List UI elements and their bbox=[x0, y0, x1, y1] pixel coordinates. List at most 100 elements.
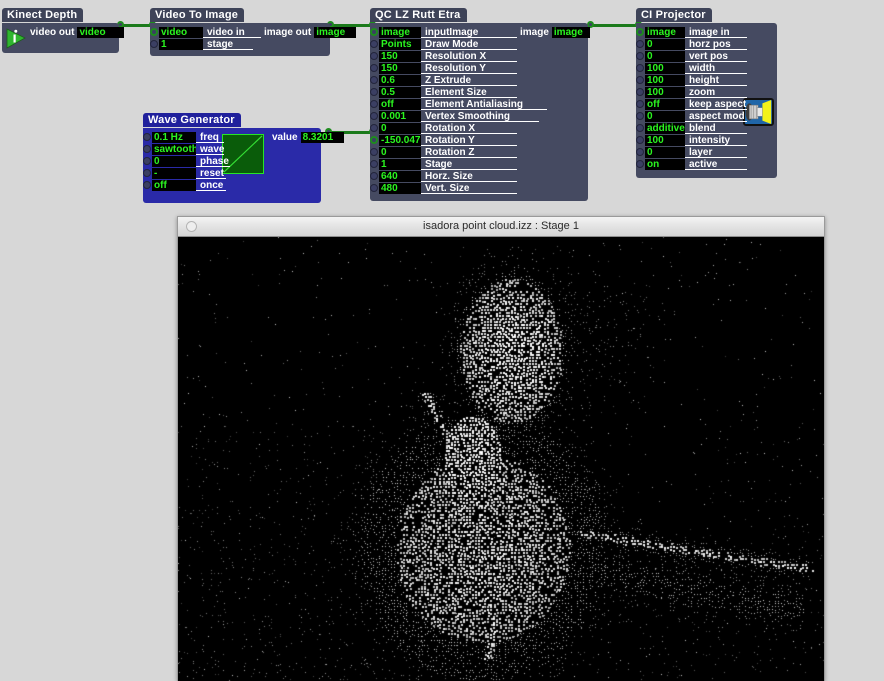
param-row-layer[interactable]: 0 layer bbox=[636, 146, 777, 158]
param-row-video-in[interactable]: video video in image out image bbox=[150, 26, 357, 38]
input-port[interactable] bbox=[143, 145, 151, 153]
param-value[interactable]: off bbox=[379, 98, 421, 110]
input-port[interactable] bbox=[370, 64, 378, 72]
input-port[interactable] bbox=[370, 172, 378, 180]
param-row-wave[interactable]: sawtooth wave bbox=[143, 143, 321, 155]
param-row-element-antialiasing[interactable]: off Element Antialiasing bbox=[370, 98, 588, 110]
param-value[interactable]: 0 bbox=[379, 122, 421, 134]
input-port[interactable] bbox=[370, 184, 378, 192]
param-value[interactable]: additive bbox=[645, 122, 685, 134]
input-port[interactable] bbox=[143, 169, 151, 177]
param-row-freq[interactable]: 0.1 Hz freq value 8.3201 bbox=[143, 131, 344, 143]
param-value[interactable]: 480 bbox=[379, 182, 421, 194]
input-port[interactable] bbox=[636, 40, 644, 48]
param-value[interactable]: 100 bbox=[645, 86, 685, 98]
output-value[interactable]: 8.3201 bbox=[300, 131, 344, 143]
input-port[interactable] bbox=[636, 28, 644, 36]
param-row-resolution-y[interactable]: 150 Resolution Y bbox=[370, 62, 588, 74]
param-row-active[interactable]: on active bbox=[636, 158, 777, 170]
param-row-rotation-x[interactable]: 0 Rotation X bbox=[370, 122, 588, 134]
param-value[interactable]: 640 bbox=[379, 170, 421, 182]
param-value[interactable]: 0 bbox=[645, 50, 685, 62]
param-value[interactable]: video bbox=[159, 26, 203, 38]
input-port[interactable] bbox=[636, 64, 644, 72]
input-port[interactable] bbox=[370, 40, 378, 48]
param-row-element-size[interactable]: 0.5 Element Size bbox=[370, 86, 588, 98]
param-value[interactable]: 150 bbox=[379, 62, 421, 74]
param-row-vert-pos[interactable]: 0 vert pos bbox=[636, 50, 777, 62]
param-row-rotation-y[interactable]: -150.047 Rotation Y bbox=[370, 134, 588, 146]
output-value[interactable]: image bbox=[314, 26, 357, 38]
input-port[interactable] bbox=[636, 112, 644, 120]
node-wave-generator[interactable]: Wave Generator 0.1 Hz freq value 8.3201 … bbox=[143, 110, 344, 203]
input-port[interactable] bbox=[370, 136, 378, 144]
input-port[interactable] bbox=[370, 76, 378, 84]
param-value[interactable]: 0 bbox=[152, 155, 196, 167]
param-row-stage[interactable]: 1 Stage bbox=[370, 158, 588, 170]
param-row-rotation-z[interactable]: 0 Rotation Z bbox=[370, 146, 588, 158]
input-port[interactable] bbox=[370, 160, 378, 168]
param-value[interactable]: image bbox=[379, 26, 421, 38]
param-value[interactable]: - bbox=[152, 167, 196, 179]
param-row-aspect-mod[interactable]: 0 aspect mod bbox=[636, 110, 777, 122]
node-qc-lz-rutt-etra[interactable]: QC LZ Rutt Etra image inputImage image i… bbox=[370, 5, 590, 201]
param-value[interactable]: 100 bbox=[645, 62, 685, 74]
input-port[interactable] bbox=[636, 76, 644, 84]
input-port[interactable] bbox=[636, 100, 644, 108]
stage-titlebar[interactable]: isadora point cloud.izz : Stage 1 bbox=[178, 217, 824, 237]
param-row-vert-size[interactable]: 480 Vert. Size bbox=[370, 182, 588, 194]
param-row-vertex-smoothing[interactable]: 0.001 Vertex Smoothing bbox=[370, 110, 588, 122]
param-value[interactable]: image bbox=[645, 26, 685, 38]
close-icon[interactable] bbox=[186, 221, 197, 232]
param-row-inputimage[interactable]: image inputImage image image bbox=[370, 26, 590, 38]
input-port[interactable] bbox=[370, 100, 378, 108]
input-port[interactable] bbox=[150, 40, 158, 48]
param-row-draw-mode[interactable]: Points Draw Mode bbox=[370, 38, 588, 50]
param-value[interactable]: on bbox=[645, 158, 685, 170]
param-row-width[interactable]: 100 width bbox=[636, 62, 777, 74]
stage-window[interactable]: isadora point cloud.izz : Stage 1 bbox=[177, 216, 825, 681]
param-value[interactable]: 1 bbox=[379, 158, 421, 170]
param-row-phase[interactable]: 0 phase bbox=[143, 155, 321, 167]
param-row-stage[interactable]: 1 stage bbox=[150, 38, 330, 50]
input-port[interactable] bbox=[143, 157, 151, 165]
param-value[interactable]: 0 bbox=[645, 146, 685, 158]
node-video-to-image[interactable]: Video To Image video video in image out … bbox=[150, 5, 357, 56]
input-port[interactable] bbox=[370, 124, 378, 132]
param-row-reset[interactable]: - reset bbox=[143, 167, 321, 179]
output-value[interactable]: video bbox=[77, 27, 125, 38]
input-port[interactable] bbox=[370, 52, 378, 60]
param-row-keep-aspect[interactable]: off keep aspect bbox=[636, 98, 777, 110]
input-port[interactable] bbox=[636, 88, 644, 96]
param-value[interactable]: off bbox=[645, 98, 685, 110]
param-value[interactable]: Points bbox=[379, 38, 421, 50]
param-value[interactable]: 0.6 bbox=[379, 74, 421, 86]
param-value[interactable]: sawtooth bbox=[152, 143, 196, 155]
param-row-height[interactable]: 100 height bbox=[636, 74, 777, 86]
param-value[interactable]: off bbox=[152, 179, 196, 191]
param-value[interactable]: -150.047 bbox=[379, 134, 421, 146]
param-row-intensity[interactable]: 100 intensity bbox=[636, 134, 777, 146]
param-value[interactable]: 0 bbox=[645, 38, 685, 50]
input-port[interactable] bbox=[370, 148, 378, 156]
param-value[interactable]: 0.1 Hz bbox=[152, 131, 196, 143]
input-port[interactable] bbox=[370, 88, 378, 96]
param-value[interactable]: 150 bbox=[379, 50, 421, 62]
input-port[interactable] bbox=[370, 28, 378, 36]
param-row-horz-pos[interactable]: 0 horz pos bbox=[636, 38, 777, 50]
param-value[interactable]: 0.5 bbox=[379, 86, 421, 98]
input-port[interactable] bbox=[143, 133, 151, 141]
node-kinect-depth[interactable]: Kinect Depth video out video bbox=[2, 5, 125, 53]
output-value[interactable]: image bbox=[551, 26, 590, 38]
param-row-once[interactable]: off once bbox=[143, 179, 321, 191]
param-value[interactable]: 0 bbox=[645, 110, 685, 122]
param-row-resolution-x[interactable]: 150 Resolution X bbox=[370, 50, 588, 62]
input-port[interactable] bbox=[636, 136, 644, 144]
node-ci-projector[interactable]: CI Projector image image in 0 horz pos 0… bbox=[636, 5, 777, 178]
param-value[interactable]: 100 bbox=[645, 74, 685, 86]
param-value[interactable]: 1 bbox=[159, 38, 203, 50]
param-value[interactable]: 0.001 bbox=[379, 110, 421, 122]
param-row-blend[interactable]: additive blend bbox=[636, 122, 777, 134]
param-row-zoom[interactable]: 100 zoom bbox=[636, 86, 777, 98]
param-value[interactable]: 100 bbox=[645, 134, 685, 146]
